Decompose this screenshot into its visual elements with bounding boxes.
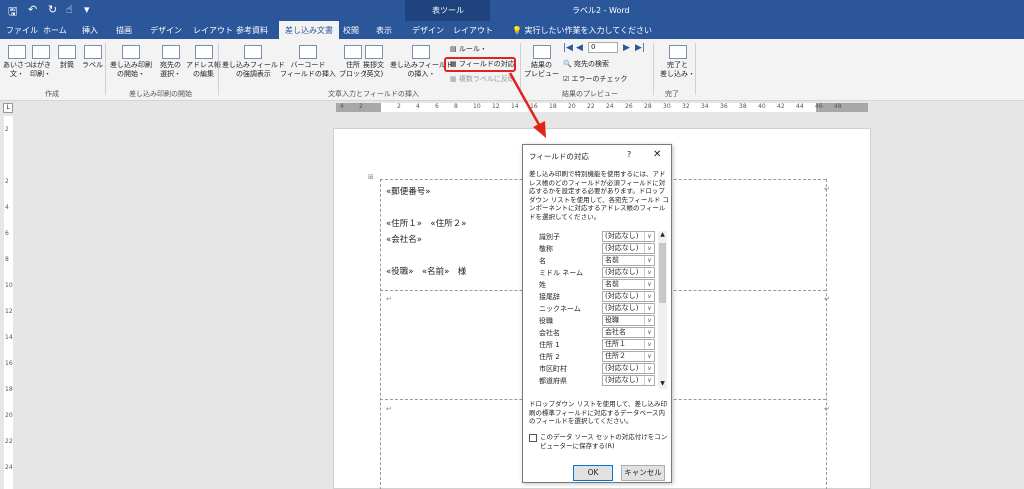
cancel-button[interactable]: キャンセル: [621, 465, 665, 481]
field-select[interactable]: (対応なし) ∨: [602, 243, 655, 254]
field-mapping-row: 識別子 (対応なし) ∨: [539, 231, 657, 243]
chevron-down-icon: ∨: [644, 340, 654, 349]
chevron-down-icon: ∨: [644, 352, 654, 361]
field-label: 都道府県: [539, 377, 567, 385]
field-select-value: (対応なし): [605, 268, 639, 276]
scroll-up-icon[interactable]: ▲: [658, 231, 667, 240]
field-mapping-list: ▲ ▼ 識別子 (対応なし) ∨ 敬称 (対応なし) ∨ 名名前 ∨ ミドル ネーム (対応なし)…: [539, 231, 668, 389]
dialog-footer-text: ドロップダウン リストを使用して、差し込み印刷の標準フィールドに対応するデータベ…: [529, 400, 668, 425]
ok-button[interactable]: OK: [573, 465, 613, 481]
field-list-scrollbar[interactable]: ▲ ▼: [658, 231, 667, 389]
field-select[interactable]: (対応なし) ∨: [602, 291, 655, 302]
annotation-arrow: [508, 72, 546, 138]
field-mapping-row: 接尾辞 (対応なし) ∨: [539, 291, 657, 303]
field-label: 姓: [539, 281, 546, 289]
remember-mapping-label: このデータ ソース セットの対応付けをコンピューターに保存する(R): [540, 433, 668, 450]
chevron-down-icon: ∨: [644, 328, 654, 337]
field-mapping-row: 住所 2 住所２ ∨: [539, 351, 657, 363]
field-label: ミドル ネーム: [539, 269, 584, 277]
chevron-down-icon: ∨: [644, 256, 654, 265]
field-label: 会社名: [539, 329, 560, 337]
dialog-description: 差し込み印刷で特別機能を使用するには、アドレス帳のどのフィールドが必須フィールド…: [529, 170, 669, 221]
scroll-down-icon[interactable]: ▼: [658, 380, 667, 389]
match-fields-dialog: フィールドの対応 ? ✕ 差し込み印刷で特別機能を使用するには、アドレス帳のどの…: [522, 144, 672, 483]
field-mapping-row: 会社名 会社名 ∨: [539, 327, 657, 339]
field-mapping-row: 敬称 (対応なし) ∨: [539, 243, 657, 255]
field-label: 住所 2: [539, 353, 560, 361]
field-select[interactable]: (対応なし) ∨: [602, 267, 655, 278]
chevron-down-icon: ∨: [644, 292, 654, 301]
field-select-value: 会社名: [605, 328, 626, 336]
chevron-down-icon: ∨: [644, 280, 654, 289]
field-mapping-row: 名 名前 ∨: [539, 255, 657, 267]
field-select[interactable]: (対応なし) ∨: [602, 363, 655, 374]
field-label: 名: [539, 257, 546, 265]
chevron-down-icon: ∨: [644, 316, 654, 325]
field-mapping-row: 都道府県 (対応なし) ∨: [539, 375, 657, 387]
scroll-thumb[interactable]: [659, 243, 666, 303]
field-select-value: 住所１: [605, 340, 626, 348]
field-mapping-row: 役職 役職 ∨: [539, 315, 657, 327]
field-mapping-row: 姓 名前 ∨: [539, 279, 657, 291]
field-select[interactable]: 役職 ∨: [602, 315, 655, 326]
field-select[interactable]: 会社名 ∨: [602, 327, 655, 338]
field-select-value: (対応なし): [605, 244, 639, 252]
field-mapping-row: ミドル ネーム (対応なし) ∨: [539, 267, 657, 279]
field-select[interactable]: (対応なし) ∨: [602, 303, 655, 314]
chevron-down-icon: ∨: [644, 376, 654, 385]
field-select[interactable]: 名前 ∨: [602, 255, 655, 266]
field-label: ニックネーム: [539, 305, 581, 313]
field-select[interactable]: 住所２ ∨: [602, 351, 655, 362]
chevron-down-icon: ∨: [644, 364, 654, 373]
close-icon[interactable]: ✕: [653, 149, 661, 160]
field-select-value: (対応なし): [605, 232, 639, 240]
field-mapping-row: ニックネーム (対応なし) ∨: [539, 303, 657, 315]
field-label: 役職: [539, 317, 553, 325]
field-select-value: 役職: [605, 316, 619, 324]
help-button[interactable]: ?: [627, 150, 631, 159]
field-label: 市区町村: [539, 365, 567, 373]
field-select-value: (対応なし): [605, 364, 639, 372]
dialog-title: フィールドの対応: [529, 152, 589, 161]
field-select[interactable]: 住所１ ∨: [602, 339, 655, 350]
chevron-down-icon: ∨: [644, 244, 654, 253]
field-mapping-row: 住所 1 住所１ ∨: [539, 339, 657, 351]
field-select-value: (対応なし): [605, 292, 639, 300]
chevron-down-icon: ∨: [644, 268, 654, 277]
remember-mapping-checkbox[interactable]: [529, 434, 537, 442]
field-label: 住所 1: [539, 341, 560, 349]
field-select-value: 名前: [605, 280, 619, 288]
field-select-value: (対応なし): [605, 376, 639, 384]
field-select[interactable]: (対応なし) ∨: [602, 231, 655, 242]
field-label: 識別子: [539, 233, 560, 241]
field-mapping-row: 市区町村 (対応なし) ∨: [539, 363, 657, 375]
field-select-value: 名前: [605, 256, 619, 264]
field-label: 敬称: [539, 245, 553, 253]
field-select[interactable]: (対応なし) ∨: [602, 375, 655, 386]
chevron-down-icon: ∨: [644, 232, 654, 241]
field-label: 接尾辞: [539, 293, 560, 301]
chevron-down-icon: ∨: [644, 304, 654, 313]
field-select-value: 住所２: [605, 352, 626, 360]
field-select[interactable]: 名前 ∨: [602, 279, 655, 290]
arrow-line: [508, 72, 544, 131]
field-select-value: (対応なし): [605, 304, 639, 312]
